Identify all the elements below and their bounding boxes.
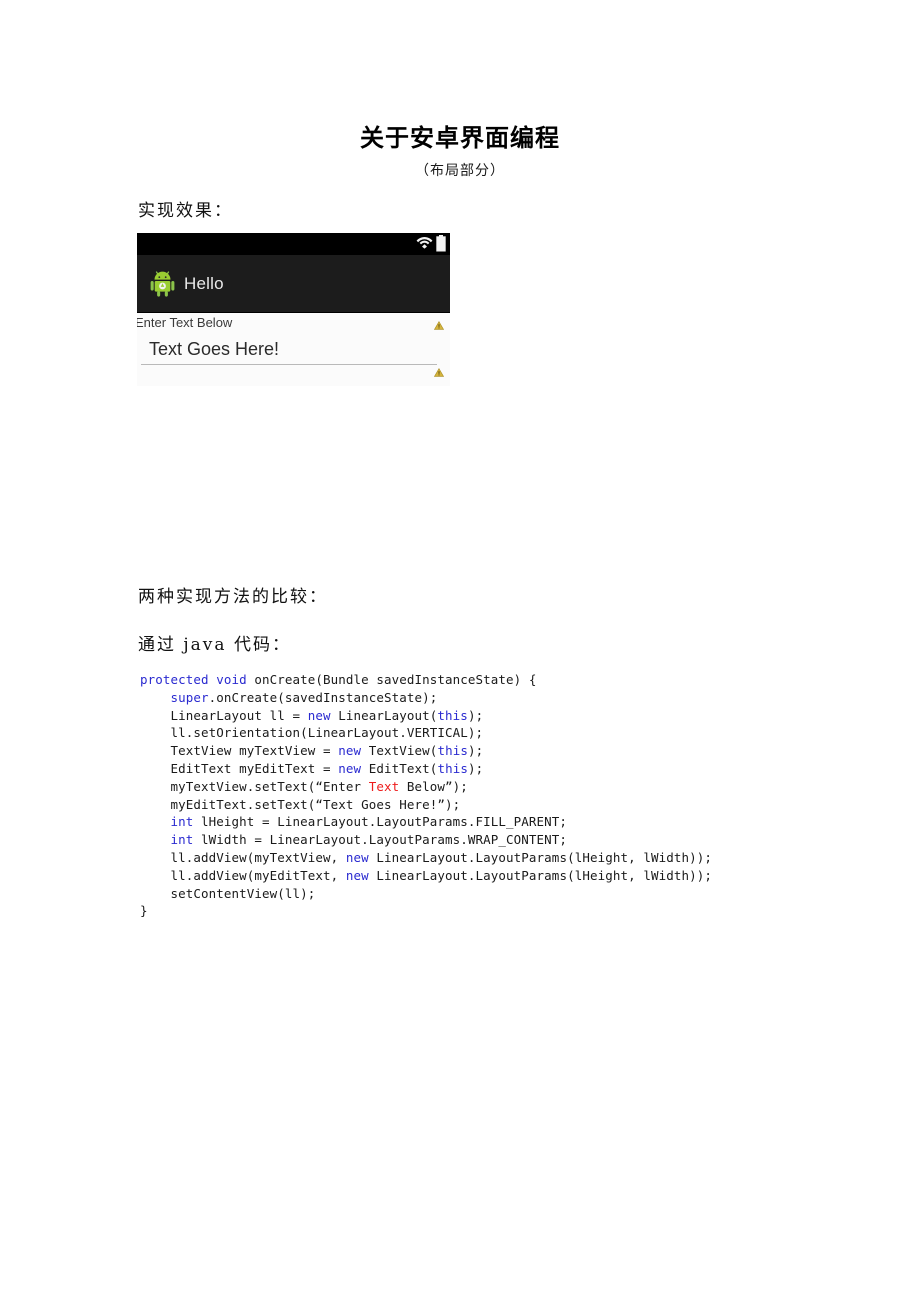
code-text: LinearLayout.LayoutParams(lHeight, lWidt… <box>368 867 712 883</box>
warning-triangle-icon <box>433 364 445 382</box>
code-keyword: this <box>437 707 468 723</box>
code-text: LinearLayout( <box>330 707 438 723</box>
java-code-block: protected void onCreate(Bundle savedInst… <box>140 671 712 920</box>
code-text: ); <box>467 760 484 776</box>
code-text: setContentView(ll); <box>140 885 316 901</box>
code-line: LinearLayout ll = new LinearLayout(this)… <box>140 707 712 725</box>
page-title: 关于安卓界面编程 <box>360 124 560 152</box>
code-line: super.onCreate(savedInstanceState); <box>140 689 712 707</box>
warning-triangle-icon <box>433 317 445 335</box>
code-keyword: int <box>170 832 194 848</box>
code-text: ll.addView(myTextView, <box>140 849 346 865</box>
code-text: TextView myTextView = <box>140 743 339 759</box>
code-line: int lWidth = LinearLayout.LayoutParams.W… <box>140 831 712 849</box>
code-line: myTextView.setText(“Enter Text Below”); <box>140 778 712 796</box>
code-text: TextView( <box>361 743 438 759</box>
code-text: .onCreate(savedInstanceState); <box>208 689 438 705</box>
code-keyword: new <box>345 849 369 865</box>
section-heading-compare: 两种实现方法的比较： <box>138 587 328 607</box>
code-text: } <box>140 903 148 919</box>
battery-icon <box>436 235 446 257</box>
code-keyword: new <box>307 707 331 723</box>
code-text: lHeight = LinearLayout.LayoutParams.FILL… <box>193 814 568 830</box>
code-text: ); <box>467 707 484 723</box>
code-keyword: this <box>437 743 468 759</box>
code-text: ); <box>467 743 484 759</box>
code-text: LinearLayout.LayoutParams(lHeight, lWidt… <box>368 849 712 865</box>
code-text: myTextView.setText(“Enter <box>140 778 369 794</box>
code-keyword: int <box>170 814 194 830</box>
code-text: Below”); <box>399 778 468 794</box>
status-bar-icons <box>416 235 446 257</box>
code-keyword: new <box>338 743 362 759</box>
code-text: lWidth = LinearLayout.LayoutParams.WRAP_… <box>193 832 568 848</box>
code-line: setContentView(ll); <box>140 885 712 903</box>
code-line: myEditText.setText(“Text Goes Here!”); <box>140 796 712 814</box>
section-heading-java: 通过 java 代码： <box>138 635 291 655</box>
code-line: ll.addView(myEditText, new LinearLayout.… <box>140 867 712 885</box>
textview-label: Enter Text Below <box>137 315 233 330</box>
android-app-bar: Hello <box>137 255 450 312</box>
code-text: myEditText.setText(“Text Goes Here!”); <box>140 796 461 812</box>
android-screenshot-figure: Hello Enter Text Below Text Goes Here! <box>137 233 450 386</box>
code-keyword: new <box>338 760 362 776</box>
code-text: ll.setOrientation(LinearLayout.VERTICAL)… <box>140 725 484 741</box>
edittext-value: Text Goes Here! <box>149 339 280 359</box>
code-text: onCreate(Bundle savedInstanceState) { <box>246 672 537 687</box>
code-line: ll.setOrientation(LinearLayout.VERTICAL)… <box>140 724 712 742</box>
code-text: ll.addView(myEditText, <box>140 867 346 883</box>
app-bar-title: Hello <box>184 273 224 293</box>
code-line: ll.addView(myTextView, new LinearLayout.… <box>140 849 712 867</box>
code-keyword: protected void <box>140 672 247 687</box>
code-text: EditText( <box>361 760 438 776</box>
code-text: LinearLayout ll = <box>140 707 308 723</box>
android-status-bar <box>137 233 450 255</box>
code-text: EditText myEditText = <box>140 760 339 776</box>
wifi-icon <box>416 235 433 254</box>
android-content-area: Enter Text Below Text Goes Here! <box>137 312 450 386</box>
edittext-field[interactable]: Text Goes Here! <box>141 339 437 365</box>
code-line: } <box>140 902 712 920</box>
document-page: 关于安卓界面编程 （布局部分） 实现效果： Hello Enter Text B… <box>0 0 920 1302</box>
code-line: TextView myTextView = new TextView(this)… <box>140 742 712 760</box>
code-line: EditText myEditText = new EditText(this)… <box>140 760 712 778</box>
android-robot-icon <box>150 270 175 297</box>
code-keyword: this <box>437 760 468 776</box>
section-heading-result: 实现效果： <box>138 201 233 221</box>
code-line: protected void onCreate(Bundle savedInst… <box>140 671 712 689</box>
code-keyword: super <box>170 689 209 705</box>
code-highlight: Text <box>368 778 400 794</box>
code-line: int lHeight = LinearLayout.LayoutParams.… <box>140 813 712 831</box>
page-subtitle: （布局部分） <box>415 163 505 179</box>
code-keyword: new <box>345 867 369 883</box>
